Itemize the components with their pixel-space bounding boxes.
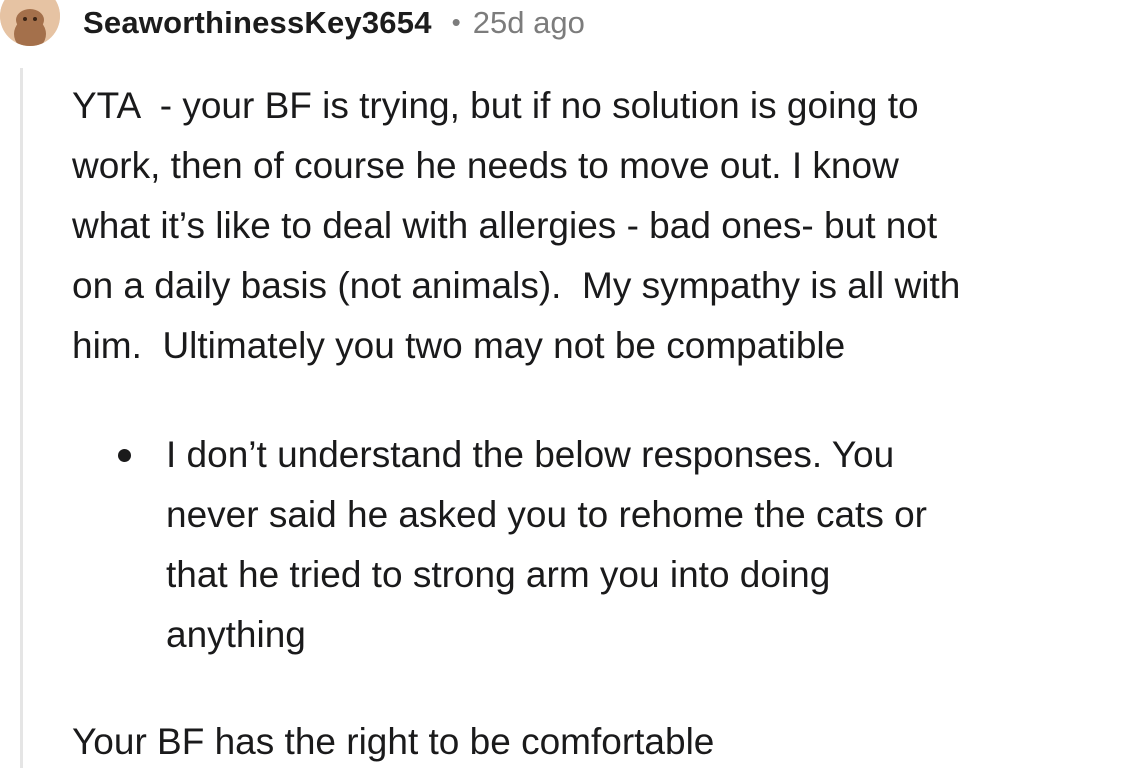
meta-separator: • — [451, 6, 461, 37]
comment-bullet-list: I don’t understand the below responses. … — [72, 425, 927, 665]
bullet-line: that he tried to strong arm you into doi… — [166, 554, 831, 595]
bullet-line: I don’t understand the below responses. … — [166, 434, 895, 475]
comment-line: work, then of course he needs to move ou… — [72, 145, 899, 186]
comment-line: what it’s like to deal with allergies - … — [72, 205, 938, 246]
comment-line: on a daily basis (not animals). My sympa… — [72, 265, 961, 306]
snoo-avatar-icon — [0, 0, 60, 46]
bullet-line: never said he asked you to rehome the ca… — [166, 494, 927, 535]
comment-timestamp[interactable]: 25d ago — [473, 5, 585, 41]
comment-body: YTA - your BF is trying, but if no solut… — [72, 76, 1117, 762]
comment-paragraph: YTA - your BF is trying, but if no solut… — [72, 76, 1117, 376]
comment-line: YTA - your BF is trying, but if no solut… — [72, 85, 919, 126]
bullet-marker — [118, 449, 131, 462]
comment-line: him. Ultimately you two may not be compa… — [72, 325, 846, 366]
comment-closing-line: Your BF has the right to be comfortable — [72, 721, 715, 762]
comment-header: SeaworthinessKey3654 • 25d ago — [83, 0, 585, 46]
author-username[interactable]: SeaworthinessKey3654 — [83, 5, 432, 41]
list-item: I don’t understand the below responses. … — [72, 425, 927, 665]
bullet-line: anything — [166, 614, 306, 655]
user-avatar[interactable] — [0, 0, 60, 46]
thread-line[interactable] — [20, 68, 23, 768]
